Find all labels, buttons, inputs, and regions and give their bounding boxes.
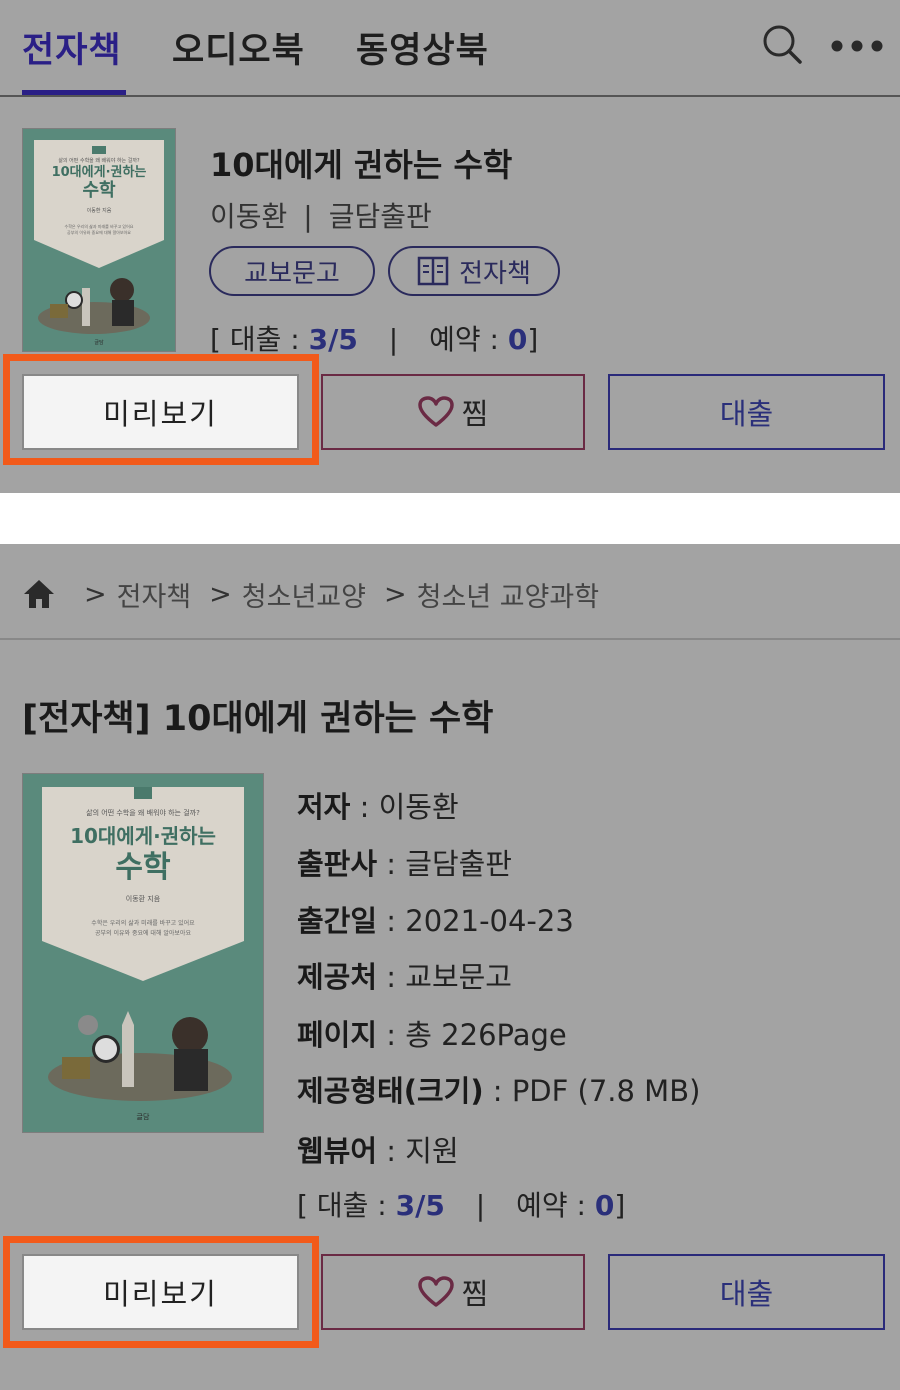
format-badge: 전자책	[388, 246, 560, 296]
info-value: PDF (7.8 MB)	[511, 1074, 701, 1108]
svg-text:삶의 어떤 수학을 왜 배워야 하는 걸까?: 삶의 어떤 수학을 왜 배워야 하는 걸까?	[58, 157, 140, 164]
breadcrumb-item-teen-science[interactable]: 청소년 교양과학	[417, 575, 599, 614]
reserve-count: 0	[594, 1189, 615, 1222]
info-sep: :	[377, 847, 406, 881]
loan-count: 3/5	[395, 1189, 445, 1222]
loan-count: 3/5	[308, 323, 358, 356]
info-value: 총 226Page	[405, 1018, 567, 1052]
info-provider: 제공처 : 교보문고	[297, 954, 512, 996]
loan-label: 대출 :	[316, 1189, 387, 1222]
breadcrumb: > 전자책 > 청소년교양 > 청소년 교양과학	[22, 575, 599, 614]
info-value: 교보문고	[405, 960, 512, 994]
more-menu-icon[interactable]	[830, 38, 884, 54]
status-separator: |	[388, 323, 399, 356]
info-sep: :	[377, 904, 406, 938]
format-label: 전자책	[459, 258, 531, 289]
book-cover-thumbnail[interactable]: 삶의 어떤 수학을 왜 배워야 하는 걸까? 10대에게·권하는 수학 이동환 …	[22, 128, 176, 352]
info-format-size: 제공형태(크기) : PDF (7.8 MB)	[297, 1068, 700, 1110]
svg-text:수학은 우리의 삶과 미래를 바꾸고 있어요: 수학은 우리의 삶과 미래를 바꾸고 있어요	[91, 919, 195, 927]
book-title[interactable]: 10대에게 권하는 수학	[210, 140, 512, 186]
info-sep: :	[377, 960, 406, 994]
info-value: 2021-04-23	[405, 904, 574, 938]
info-value: 글담출판	[405, 847, 512, 881]
book-author: 이동환	[210, 200, 288, 233]
svg-text:수학: 수학	[115, 850, 171, 885]
breadcrumb-separator: >	[209, 578, 232, 610]
favorite-button[interactable]: 찜	[321, 1254, 585, 1330]
top-nav: 전자책 오디오북 동영상북	[0, 0, 900, 97]
favorite-label: 찜	[461, 397, 489, 431]
favorite-label: 찜	[461, 1277, 489, 1311]
info-key: 저자	[297, 790, 351, 824]
info-key: 웹뷰어	[297, 1134, 378, 1168]
info-publish-date: 출간일 : 2021-04-23	[297, 898, 574, 940]
loan-status: [ 대출 : 3/5 | 예약 : 0]	[297, 1184, 625, 1224]
info-publisher: 출판사 : 글담출판	[297, 841, 512, 883]
meta-separator: |	[303, 200, 313, 233]
search-icon[interactable]	[762, 24, 802, 64]
breadcrumb-separator: >	[383, 578, 407, 610]
home-icon[interactable]	[22, 578, 56, 610]
svg-text:이동환 지음: 이동환 지음	[126, 894, 161, 903]
breadcrumb-item-ebook[interactable]: 전자책	[117, 575, 192, 614]
tab-videobook[interactable]: 동영상북	[356, 22, 489, 73]
breadcrumb-separator: >	[84, 578, 107, 610]
preview-button[interactable]: 미리보기	[22, 374, 299, 450]
active-tab-indicator	[22, 90, 126, 95]
heart-icon	[417, 1276, 454, 1307]
svg-text:글담: 글담	[94, 339, 104, 346]
heart-icon	[417, 396, 454, 427]
info-value: 이동환	[378, 790, 459, 824]
breadcrumb-item-teen-culture[interactable]: 청소년교양	[242, 575, 366, 614]
info-key: 제공처	[297, 960, 378, 994]
info-sep: :	[377, 1018, 406, 1052]
info-sep: :	[483, 1074, 512, 1108]
svg-text:삶의 어떤 수학을 왜 배워야 하는 걸까?: 삶의 어떤 수학을 왜 배워야 하는 걸까?	[86, 808, 200, 817]
preview-button[interactable]: 미리보기	[22, 1254, 299, 1330]
info-key: 제공형태(크기)	[297, 1074, 484, 1108]
book-author-publisher: 이동환 | 글담출판	[210, 195, 432, 235]
info-value: 지원	[405, 1134, 459, 1168]
book-publisher: 글담출판	[328, 200, 432, 233]
bracket-open: [	[210, 323, 221, 356]
svg-text:10대에게·권하는: 10대에게·권하는	[52, 164, 147, 180]
info-author: 저자 : 이동환	[297, 784, 459, 826]
svg-text:공부의 이유와 중요에 대해 알아보아요: 공부의 이유와 중요에 대해 알아보아요	[95, 929, 191, 937]
status-separator: |	[475, 1189, 486, 1222]
info-sep: :	[377, 1134, 406, 1168]
reserve-label: 예약 :	[516, 1189, 586, 1222]
svg-text:수학은 우리의 삶과 미래를 바꾸고 있어요: 수학은 우리의 삶과 미래를 바꾸고 있어요	[65, 223, 134, 229]
divider	[0, 638, 900, 640]
svg-text:공부의 이유와 중요에 대해 알아보아요: 공부의 이유와 중요에 대해 알아보아요	[67, 229, 131, 235]
loan-status: [ 대출 : 3/5 | 예약 : 0]	[210, 318, 538, 358]
bracket-close: ]	[527, 323, 539, 356]
open-book-icon	[417, 256, 449, 286]
info-key: 페이지	[297, 1018, 378, 1052]
loan-button[interactable]: 대출	[608, 1254, 885, 1330]
svg-text:10대에게·권하는: 10대에게·권하는	[70, 824, 216, 848]
reserve-count: 0	[507, 323, 528, 356]
favorite-button[interactable]: 찜	[321, 374, 585, 450]
book-cover-image: 삶의 어떤 수학을 왜 배워야 하는 걸까? 10대에게·권하는 수학 이동환 …	[22, 773, 264, 1133]
svg-text:수학: 수학	[82, 179, 116, 201]
book-list-panel: 전자책 오디오북 동영상북 삶의 어떤 수학을 왜 배워야 하는 걸까? 10대…	[0, 0, 900, 493]
svg-text:글담: 글담	[137, 1112, 150, 1121]
svg-text:이동환 지음: 이동환 지음	[87, 207, 112, 214]
bracket-close: ]	[614, 1189, 626, 1222]
page-title: [전자책] 10대에게 권하는 수학	[22, 699, 494, 739]
info-web-viewer: 웹뷰어 : 지원	[297, 1128, 459, 1170]
tab-audiobook[interactable]: 오디오북	[172, 22, 305, 73]
provider-badge: 교보문고	[209, 246, 375, 296]
loan-button[interactable]: 대출	[608, 374, 885, 450]
tab-ebook[interactable]: 전자책	[22, 22, 122, 73]
info-key: 출판사	[297, 847, 378, 881]
provider-label: 교보문고	[244, 258, 340, 289]
info-key: 출간일	[297, 904, 378, 938]
reserve-label: 예약 :	[429, 323, 499, 356]
loan-label: 대출 :	[229, 323, 300, 356]
bracket-open: [	[297, 1189, 308, 1222]
book-detail-panel: > 전자책 > 청소년교양 > 청소년 교양과학 [전자책] 10대에게 권하는…	[0, 544, 900, 1390]
info-pages: 페이지 : 총 226Page	[297, 1012, 567, 1054]
info-sep: :	[350, 790, 379, 824]
